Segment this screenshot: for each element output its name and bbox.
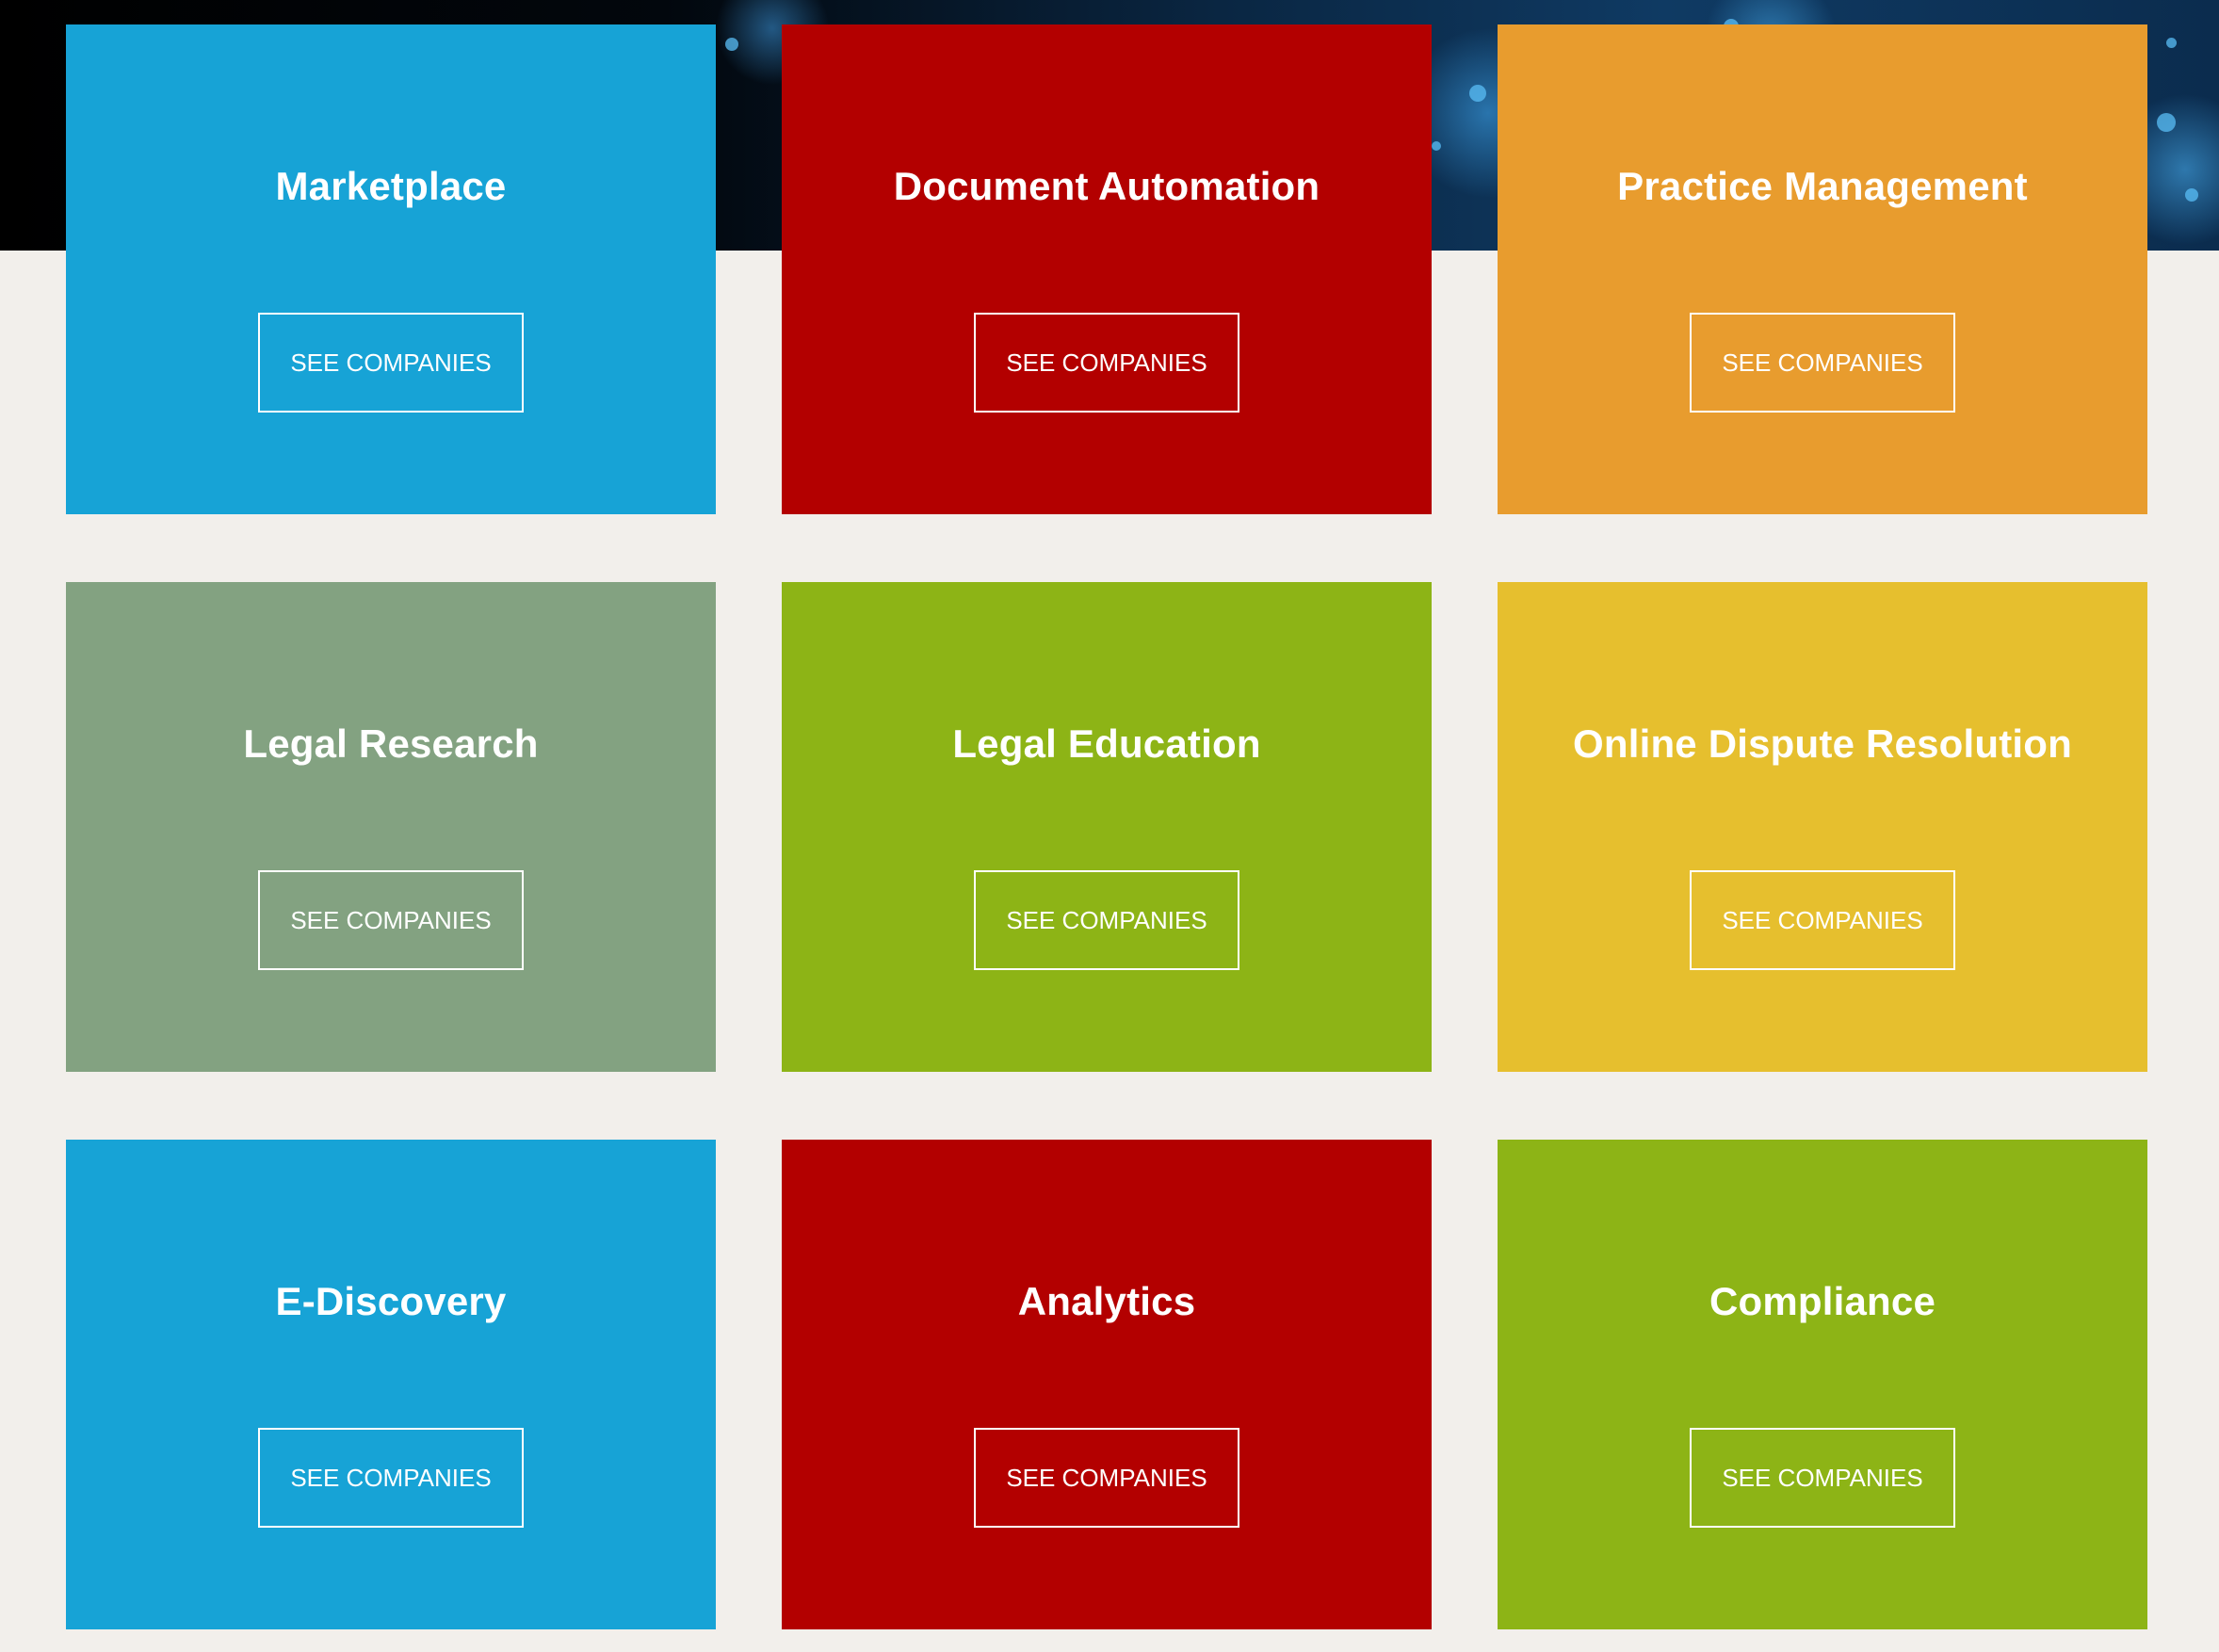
tile-title: Marketplace: [275, 164, 507, 208]
category-tile-document-automation[interactable]: Document Automation SEE COMPANIES: [782, 24, 1432, 514]
category-tile-marketplace[interactable]: Marketplace SEE COMPANIES: [66, 24, 716, 514]
see-companies-button[interactable]: SEE COMPANIES: [258, 870, 524, 970]
see-companies-button[interactable]: SEE COMPANIES: [258, 1428, 524, 1528]
tile-title: E-Discovery: [275, 1279, 507, 1323]
see-companies-button[interactable]: SEE COMPANIES: [1690, 1428, 1955, 1528]
category-tile-compliance[interactable]: Compliance SEE COMPANIES: [1498, 1140, 2147, 1629]
category-tile-legal-research[interactable]: Legal Research SEE COMPANIES: [66, 582, 716, 1072]
tile-title: Compliance: [1709, 1279, 1936, 1323]
see-companies-button[interactable]: SEE COMPANIES: [974, 313, 1239, 413]
category-tile-analytics[interactable]: Analytics SEE COMPANIES: [782, 1140, 1432, 1629]
see-companies-button[interactable]: SEE COMPANIES: [1690, 313, 1955, 413]
see-companies-button[interactable]: SEE COMPANIES: [974, 1428, 1239, 1528]
tile-title: Practice Management: [1617, 164, 2028, 208]
tile-title: Document Automation: [893, 164, 1320, 208]
tile-title: Legal Research: [243, 721, 539, 766]
category-tile-practice-management[interactable]: Practice Management SEE COMPANIES: [1498, 24, 2147, 514]
tile-title: Legal Education: [952, 721, 1261, 766]
category-tile-online-dispute-resolution[interactable]: Online Dispute Resolution SEE COMPANIES: [1498, 582, 2147, 1072]
category-grid: Marketplace SEE COMPANIES Document Autom…: [66, 24, 2147, 1629]
category-tile-legal-education[interactable]: Legal Education SEE COMPANIES: [782, 582, 1432, 1072]
tile-title: Online Dispute Resolution: [1572, 721, 2073, 766]
see-companies-button[interactable]: SEE COMPANIES: [974, 870, 1239, 970]
see-companies-button[interactable]: SEE COMPANIES: [258, 313, 524, 413]
category-tile-e-discovery[interactable]: E-Discovery SEE COMPANIES: [66, 1140, 716, 1629]
see-companies-button[interactable]: SEE COMPANIES: [1690, 870, 1955, 970]
tile-title: Analytics: [1017, 1279, 1196, 1323]
